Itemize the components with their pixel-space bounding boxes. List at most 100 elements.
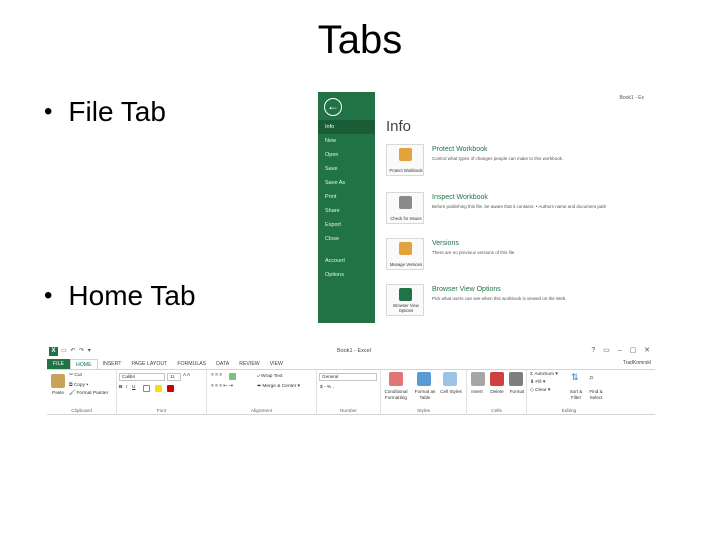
tab-formulas[interactable]: FORMULAS bbox=[172, 359, 211, 369]
cut-button[interactable]: ✂ Cut bbox=[69, 373, 82, 378]
backstage-menu: Info New Open Save Save As Print Share Export Cl… bbox=[318, 120, 375, 282]
tab-view[interactable]: VIEW bbox=[265, 359, 288, 369]
bullet-home-tab: • Home Tab bbox=[44, 280, 196, 312]
format-as-table-button[interactable]: Format as Table bbox=[411, 389, 439, 400]
conditional-formatting-button[interactable]: Conditional Formatting bbox=[381, 389, 411, 400]
group-styles: Conditional Formatting Format as Table C… bbox=[381, 370, 467, 415]
backstage-menu-item-open[interactable]: Open bbox=[318, 148, 375, 162]
cell-styles-icon[interactable] bbox=[443, 372, 457, 386]
backstage-menu-item-close[interactable]: Close bbox=[318, 232, 375, 246]
format-cells-icon[interactable] bbox=[509, 372, 523, 386]
sort-filter-icon[interactable]: ⇅ bbox=[571, 372, 579, 383]
group-label: Number bbox=[339, 409, 358, 414]
backstage-menu-item-options[interactable]: Options bbox=[318, 268, 375, 282]
align-top-icons[interactable]: ≡ ≡ ≡ bbox=[211, 373, 222, 378]
backstage-menu-item-new[interactable]: New bbox=[318, 134, 375, 148]
tab-data[interactable]: DATA bbox=[211, 359, 234, 369]
backstage-menu-item-export[interactable]: Export bbox=[318, 218, 375, 232]
group-alignment: ≡ ≡ ≡ ≡ ≡ ≡ ⇤ ⇥ ⤶ Wrap Text ⬌ Merge & Ce… bbox=[207, 370, 317, 415]
quick-access-icons[interactable]: ▭ ↶ ↷ ▾ bbox=[61, 347, 92, 354]
italic-icon[interactable]: I bbox=[126, 385, 127, 390]
paste-icon[interactable] bbox=[51, 374, 65, 388]
section-heading: Versions bbox=[432, 240, 459, 247]
backstage-menu-item-share[interactable]: Share bbox=[318, 204, 375, 218]
number-format-icons[interactable]: $ - % , bbox=[320, 385, 334, 390]
wrap-text-label: Wrap Text bbox=[261, 374, 283, 379]
wrap-text-button[interactable]: ⤶ Wrap Text bbox=[257, 373, 282, 379]
file-tab-screenshot: ← Info New Open Save Save As Print Share Export… bbox=[318, 92, 660, 323]
cut-label: Cut bbox=[74, 373, 82, 378]
find-select-icon[interactable]: ⌕ bbox=[589, 372, 594, 383]
tab-review[interactable]: REVIEW bbox=[234, 359, 264, 369]
delete-cells-icon[interactable] bbox=[490, 372, 504, 386]
borders-icon[interactable] bbox=[143, 385, 150, 392]
bullet-dot: • bbox=[44, 98, 53, 125]
section-tile-button[interactable]: Protect Workbook bbox=[386, 144, 424, 176]
number-format-select[interactable]: General bbox=[319, 373, 377, 381]
back-arrow-icon[interactable]: ← bbox=[324, 98, 342, 116]
user-name[interactable]: TradKomrskl bbox=[623, 360, 651, 366]
bold-icon[interactable]: B bbox=[119, 385, 122, 390]
font-color-icon[interactable] bbox=[167, 385, 174, 392]
tab-insert[interactable]: INSERT bbox=[98, 359, 127, 369]
document-name: Book1 - Ex bbox=[619, 95, 644, 101]
tab-page-layout[interactable]: PAGE LAYOUT bbox=[126, 359, 172, 369]
backstage-menu-item-save-as[interactable]: Save As bbox=[318, 176, 375, 190]
format-as-table-icon[interactable] bbox=[417, 372, 431, 386]
backstage-menu-item-account[interactable]: Account bbox=[318, 254, 375, 268]
section-description: There are no previous versions of this f… bbox=[432, 250, 516, 255]
merge-center-button[interactable]: ⬌ Merge & Center ▾ bbox=[257, 384, 300, 389]
group-label: Alignment bbox=[250, 409, 273, 414]
section-tile-button[interactable]: Manage Versions bbox=[386, 238, 424, 270]
delete-button[interactable]: Delete bbox=[487, 389, 507, 395]
font-grow-icon[interactable]: A A bbox=[183, 373, 190, 378]
section-tile-button[interactable]: Check for Issues bbox=[386, 192, 424, 224]
find-select-button[interactable]: Find & Select bbox=[585, 389, 607, 400]
underline-icon[interactable]: U bbox=[132, 385, 135, 390]
autosum-button[interactable]: Σ AutoSum ▾ bbox=[530, 372, 558, 377]
copy-button[interactable]: ⧉ Copy ▾ bbox=[69, 382, 88, 388]
tab-file[interactable]: FILE bbox=[47, 359, 70, 369]
conditional-formatting-icon[interactable] bbox=[389, 372, 403, 386]
sort-filter-button[interactable]: Sort & Filter bbox=[565, 389, 587, 400]
group-label: Editing bbox=[561, 409, 577, 414]
group-editing: Σ AutoSum ▾ ⬇ Fill ▾ ◇ Clear ▾ ⇅ ⌕ Sort … bbox=[527, 370, 655, 415]
bullet-dot: • bbox=[44, 282, 53, 309]
autosum-label: AutoSum bbox=[534, 372, 555, 377]
paste-button[interactable]: Paste bbox=[49, 390, 67, 396]
backstage-menu-item-save[interactable]: Save bbox=[318, 162, 375, 176]
clear-button[interactable]: ◇ Clear ▾ bbox=[530, 388, 550, 393]
align-horizontal-icons[interactable]: ≡ ≡ ≡ ⇤ ⇥ bbox=[211, 384, 233, 389]
format-painter-button[interactable]: 🖌 Format Painter bbox=[69, 391, 108, 396]
font-name-select[interactable]: Calibri bbox=[119, 373, 165, 381]
cell-styles-button[interactable]: Cell Styles bbox=[439, 389, 463, 395]
ribbon-body: Paste ✂ Cut ⧉ Copy ▾ 🖌 Format Painter Cl… bbox=[47, 369, 655, 415]
group-label: Cells bbox=[491, 409, 502, 414]
section-description: Before publishing this file, be aware th… bbox=[432, 204, 607, 209]
backstage-menu-item-info[interactable]: Info bbox=[318, 120, 375, 134]
backstage-title: Info bbox=[386, 118, 412, 135]
backstage-sidebar: ← Info New Open Save Save As Print Share Export… bbox=[318, 92, 375, 323]
tab-home[interactable]: HOME bbox=[69, 359, 98, 369]
bullet-text: Home Tab bbox=[68, 280, 196, 311]
backstage-menu-item-print[interactable]: Print bbox=[318, 190, 375, 204]
window-controls[interactable]: ? ▭ – ▢ ✕ bbox=[591, 346, 653, 354]
insert-button[interactable]: Insert bbox=[467, 389, 487, 395]
section-tile-label: Manage Versions bbox=[389, 262, 423, 267]
section-description: Pick what users can see when this workbo… bbox=[432, 296, 567, 301]
copy-label: Copy bbox=[73, 383, 85, 388]
section-tile-label: Check for Issues bbox=[390, 216, 422, 221]
fill-color-icon[interactable] bbox=[155, 385, 162, 392]
insert-cells-icon[interactable] bbox=[471, 372, 485, 386]
format-button[interactable]: Format bbox=[507, 389, 527, 395]
section-tile-button[interactable]: Browser View Options bbox=[386, 284, 424, 316]
fill-button[interactable]: ⬇ Fill ▾ bbox=[530, 380, 545, 385]
font-size-select[interactable]: 11 bbox=[167, 373, 181, 381]
group-font: Calibri 11 A A B I U Font bbox=[117, 370, 207, 415]
group-label: Styles bbox=[416, 409, 431, 414]
section-heading: Protect Workbook bbox=[432, 146, 488, 153]
orientation-icon[interactable] bbox=[229, 373, 236, 380]
group-clipboard: Paste ✂ Cut ⧉ Copy ▾ 🖌 Format Painter Cl… bbox=[47, 370, 117, 415]
excel-logo-icon: X bbox=[49, 347, 58, 356]
section-icon bbox=[399, 196, 412, 209]
